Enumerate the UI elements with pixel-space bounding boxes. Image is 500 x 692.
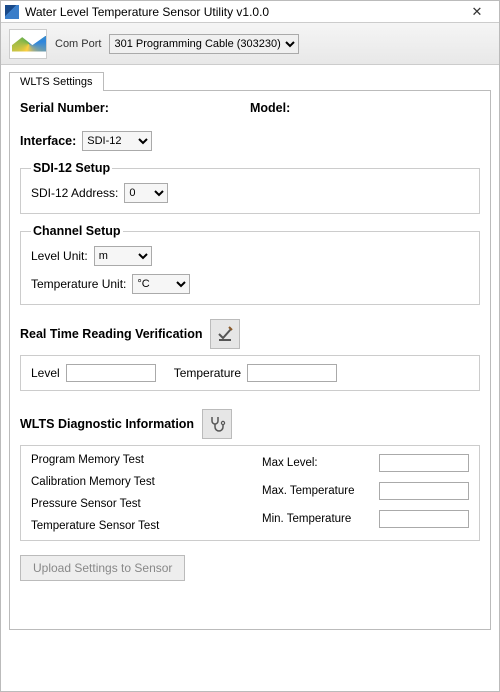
level-label: Level [31, 366, 60, 380]
realtime-heading-row: Real Time Reading Verification [20, 319, 480, 349]
temp-unit-select[interactable]: °C [132, 274, 190, 294]
device-header-row: Serial Number: Model: [20, 101, 480, 115]
diag-values-col: Max Level: Max. Temperature Min. Tempera… [262, 454, 469, 532]
diag-tests-col: Program Memory Test Calibration Memory T… [31, 454, 238, 532]
channel-setup-group: Channel Setup Level Unit: m Temperature … [20, 224, 480, 305]
model-group: Model: [250, 101, 480, 115]
tab-label: WLTS Settings [20, 76, 93, 88]
max-level-label: Max Level: [262, 457, 318, 469]
titlebar: Water Level Temperature Sensor Utility v… [1, 1, 499, 23]
close-icon: ✕ [472, 4, 483, 20]
serial-number-group: Serial Number: [20, 101, 250, 115]
tab-wlts-settings[interactable]: WLTS Settings [9, 72, 104, 91]
max-level-field [379, 454, 469, 472]
diag-heading: WLTS Diagnostic Information [20, 417, 194, 431]
close-button[interactable]: ✕ [459, 2, 495, 22]
tabset: WLTS Settings Serial Number: Model: Inte… [9, 71, 491, 630]
diagnostics-button[interactable] [202, 409, 232, 439]
sdi12-address-row: SDI-12 Address: 0 [31, 183, 469, 203]
channel-legend: Channel Setup [31, 224, 123, 238]
serial-number-label: Serial Number: [20, 101, 109, 115]
interface-select[interactable]: SDI-12 [82, 131, 152, 151]
sdi12-setup-group: SDI-12 Setup SDI-12 Address: 0 [20, 161, 480, 214]
temperature-sensor-test-label: Temperature Sensor Test [31, 520, 238, 532]
sdi12-legend: SDI-12 Setup [31, 161, 112, 175]
max-level-row: Max Level: [262, 454, 469, 472]
level-field [66, 364, 156, 382]
tabpanel-settings: Serial Number: Model: Interface: SDI-12 [9, 90, 491, 630]
program-memory-test-label: Program Memory Test [31, 454, 238, 466]
level-unit-select[interactable]: m [94, 246, 152, 266]
verify-button[interactable] [210, 319, 240, 349]
realtime-heading: Real Time Reading Verification [20, 327, 202, 341]
upload-button-label: Upload Settings to Sensor [33, 561, 172, 575]
stethoscope-icon [208, 415, 226, 433]
diag-box: Program Memory Test Calibration Memory T… [20, 445, 480, 541]
diag-heading-row: WLTS Diagnostic Information [20, 409, 480, 439]
calibration-memory-test-label: Calibration Memory Test [31, 476, 238, 488]
min-temp-row: Min. Temperature [262, 510, 469, 528]
upload-settings-button[interactable]: Upload Settings to Sensor [20, 555, 185, 581]
min-temp-label: Min. Temperature [262, 513, 351, 525]
min-temp-field [379, 510, 469, 528]
app-icon [5, 5, 19, 19]
app-window: Water Level Temperature Sensor Utility v… [0, 0, 500, 692]
verify-check-icon [216, 325, 234, 343]
window-title: Water Level Temperature Sensor Utility v… [25, 5, 459, 19]
com-port-select[interactable]: 301 Programming Cable (303230) [109, 34, 299, 54]
model-label: Model: [250, 101, 290, 115]
interface-row: Interface: SDI-12 [20, 131, 480, 151]
max-temp-field [379, 482, 469, 500]
temperature-field [247, 364, 337, 382]
realtime-readings-row: Level Temperature [31, 364, 469, 382]
brand-logo-icon [9, 29, 47, 59]
sdi12-address-select[interactable]: 0 [124, 183, 168, 203]
level-unit-label: Level Unit: [31, 249, 88, 263]
max-temp-row: Max. Temperature [262, 482, 469, 500]
level-unit-row: Level Unit: m [31, 246, 469, 266]
com-port-label: Com Port [55, 38, 101, 50]
diag-columns: Program Memory Test Calibration Memory T… [31, 454, 469, 532]
sdi12-address-label: SDI-12 Address: [31, 186, 118, 200]
max-temp-label: Max. Temperature [262, 485, 354, 497]
interface-label: Interface: [20, 134, 76, 148]
toolbar: Com Port 301 Programming Cable (303230) [1, 23, 499, 65]
temp-unit-label: Temperature Unit: [31, 277, 126, 291]
temperature-label: Temperature [174, 366, 241, 380]
pressure-sensor-test-label: Pressure Sensor Test [31, 498, 238, 510]
temp-unit-row: Temperature Unit: °C [31, 274, 469, 294]
body: WLTS Settings Serial Number: Model: Inte… [1, 65, 499, 691]
realtime-readings-box: Level Temperature [20, 355, 480, 391]
